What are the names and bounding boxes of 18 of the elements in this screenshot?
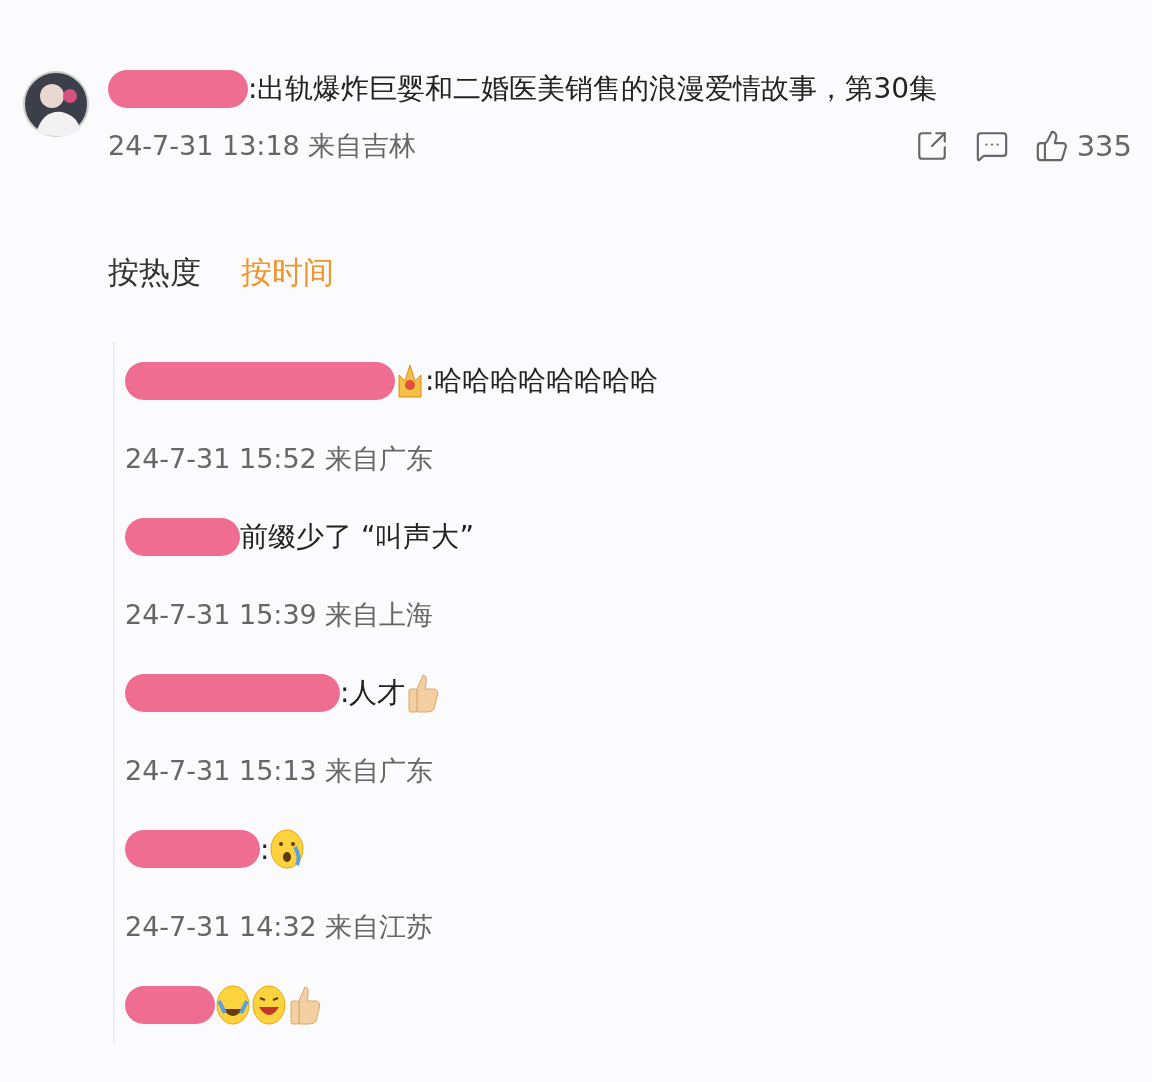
crying-face-icon [269, 827, 306, 871]
laughing-tears-icon [215, 983, 251, 1027]
reply-meta: 24-7-31 15:52 来自广东 [125, 442, 434, 476]
comment-button[interactable] [974, 129, 1009, 163]
sort-tab[interactable]: 按热度 [108, 252, 201, 294]
reply-text: 前缀少了 “叫声大” [240, 519, 474, 555]
like-button[interactable]: 335 [1034, 129, 1132, 163]
reply-meta: 24-7-31 15:13 来自广东 [125, 754, 434, 788]
reply-text: : [260, 832, 270, 866]
thumbs-up-icon [287, 983, 323, 1027]
thumbs-up-icon [1034, 129, 1069, 163]
grinning-face-icon [251, 983, 287, 1027]
post-meta: 24-7-31 13:18 来自吉林 [108, 129, 417, 163]
reply-text: :人才 [340, 675, 406, 711]
post-text: :出轨爆炸巨婴和二婚医美销售的浪漫爱情故事，第30集 [248, 71, 938, 107]
reply-text: :哈哈哈哈哈哈哈哈 [425, 363, 659, 399]
reply-meta: 24-7-31 14:32 来自江苏 [125, 910, 434, 944]
reply-meta: 24-7-31 15:39 来自上海 [125, 598, 434, 632]
